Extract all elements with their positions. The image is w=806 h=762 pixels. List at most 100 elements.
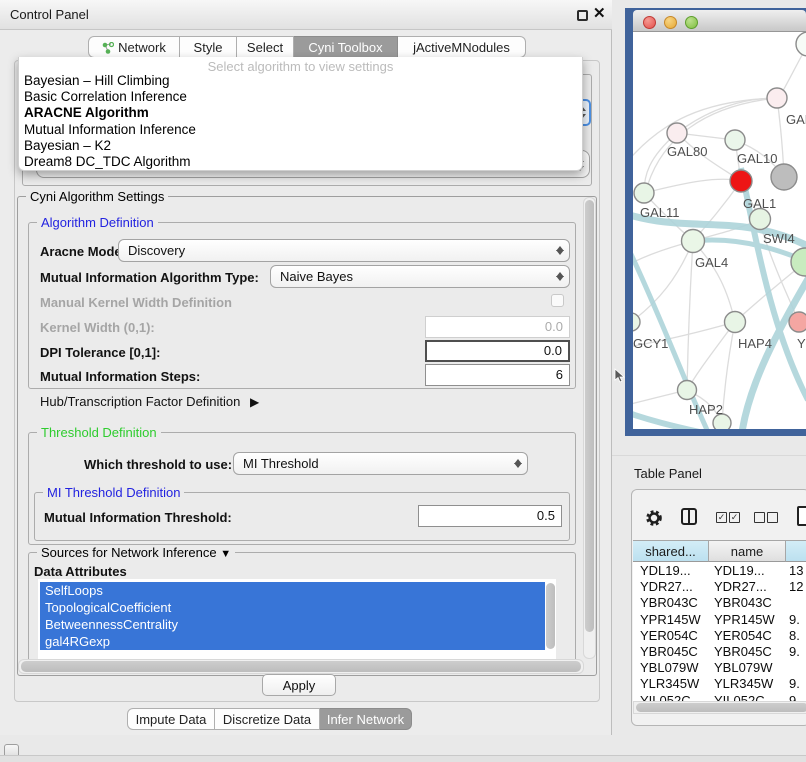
tab-network[interactable]: Network (88, 36, 180, 58)
node-label-gal4: GAL4 (695, 255, 728, 270)
tab-style[interactable]: Style (180, 36, 237, 58)
settings-vscroll-thumb[interactable] (585, 200, 594, 632)
data-attribute-item[interactable]: TopologicalCoefficient (40, 599, 545, 616)
network-node-gal10[interactable] (725, 130, 745, 150)
chevron-updown-icon (552, 242, 567, 259)
float-panel-icon[interactable] (577, 10, 588, 21)
manual-kernel-checkbox[interactable] (551, 294, 564, 307)
network-node-y[interactable] (789, 312, 806, 332)
control-panel-title: Control Panel (10, 0, 89, 30)
network-view-titlebar (633, 10, 806, 32)
mi-type-value: Naive Bayes (280, 266, 353, 287)
column-layout-icon[interactable] (681, 508, 697, 525)
hub-definition-toggle[interactable]: Hub/Transcription Factor Definition ▶ (40, 394, 259, 409)
export-table-icon[interactable] (797, 506, 806, 526)
gear-icon[interactable] (644, 508, 664, 528)
settings-hscroll-thumb[interactable] (21, 661, 581, 672)
column-header-name[interactable]: name (709, 540, 786, 562)
which-threshold-combo[interactable]: MI Threshold (233, 452, 528, 475)
tab-cyni-toolbox[interactable]: Cyni Toolbox (294, 36, 398, 58)
table-row[interactable]: YPR145WYPR145W9. (633, 611, 806, 628)
bottom-edge (0, 755, 806, 762)
network-node-gal80[interactable] (667, 123, 687, 143)
table-row[interactable]: YBR045CYBR045C9. (633, 643, 806, 660)
chevron-updown-icon (510, 455, 525, 472)
column-header-partial[interactable] (786, 540, 806, 562)
network-node-gal11[interactable] (634, 183, 654, 203)
network-node-gal1[interactable] (730, 170, 752, 192)
network-node-gal4[interactable] (682, 230, 705, 253)
algorithm-option[interactable]: Bayesian – Hill Climbing (19, 73, 582, 89)
kernel-width-field[interactable]: 0.0 (425, 316, 570, 338)
mi-steps-field[interactable]: 6 (425, 364, 570, 386)
table-cell: YLR345W (714, 675, 773, 692)
data-attribute-item[interactable]: SelfLoops (40, 582, 545, 599)
algorithm-option[interactable]: Dream8 DC_TDC Algorithm (19, 154, 582, 170)
tab-jactivemnodules[interactable]: jActiveMNodules (398, 36, 526, 58)
table-cell: YDL19... (714, 562, 765, 579)
close-panel-icon[interactable]: ✕ (593, 4, 606, 22)
network-icon (102, 42, 114, 54)
algorithm-option[interactable]: Basic Correlation Inference (19, 89, 582, 105)
threshold-definition-title: Threshold Definition (37, 425, 161, 440)
table-hscroll-thumb[interactable] (636, 703, 806, 712)
table-panel-divider (612, 455, 806, 456)
table-cell: YPR145W (640, 611, 701, 628)
attributes-scrollbar-thumb[interactable] (546, 583, 555, 649)
dpi-tolerance-field[interactable]: 0.0 (425, 340, 570, 362)
which-threshold-label: Which threshold to use: (84, 457, 232, 472)
select-all-columns-icon[interactable]: ✓✓ (716, 512, 742, 524)
node-label-hap2: HAP2 (689, 402, 723, 417)
table-row[interactable]: YBR043CYBR043C (633, 594, 806, 611)
manual-kernel-label: Manual Kernel Width Definition (40, 295, 232, 310)
network-node[interactable] (771, 164, 797, 190)
table-cell: YBL079W (640, 659, 699, 676)
table-cell: YPR145W (714, 611, 775, 628)
algorithm-option[interactable]: Mutual Information Inference (19, 122, 582, 138)
table-cell: 8. (789, 627, 800, 644)
column-header-shared-name[interactable]: shared... (633, 540, 709, 562)
node-label-gal1: GAL1 (743, 196, 776, 211)
zoom-window-icon[interactable] (685, 16, 698, 29)
network-node-hap2[interactable] (678, 381, 697, 400)
aracne-mode-combo[interactable]: Discovery (118, 239, 570, 262)
minimize-window-icon[interactable] (664, 16, 677, 29)
table-row[interactable]: YIL052CYIL052C9. (633, 692, 806, 701)
data-attributes-list: SelfLoopsTopologicalCoefficientBetweenne… (38, 579, 556, 659)
algorithm-option[interactable]: Bayesian – K2 (19, 138, 582, 154)
which-threshold-value: MI Threshold (243, 453, 319, 474)
data-attribute-item[interactable]: gal4RGexp (40, 633, 545, 650)
table-row[interactable]: YDR27...YDR27...12 (633, 578, 806, 595)
expand-down-icon: ▼ (220, 548, 231, 560)
algorithm-option[interactable]: ARACNE Algorithm (19, 105, 582, 121)
network-node[interactable] (796, 32, 806, 56)
algorithm-definition-title: Algorithm Definition (37, 215, 158, 230)
algorithm-popup: Select algorithm to view settings Bayesi… (18, 57, 583, 171)
table-row[interactable]: YBL079WYBL079W (633, 659, 806, 676)
node-label-gal10: GAL10 (737, 151, 777, 166)
sources-group-title[interactable]: Sources for Network Inference ▼ (37, 545, 235, 560)
table-row[interactable]: YER054CYER054C8. (633, 627, 806, 644)
data-attribute-item[interactable]: BetweennessCentrality (40, 616, 545, 633)
apply-button[interactable]: Apply (262, 674, 336, 696)
mi-threshold-field[interactable]: 0.5 (418, 505, 562, 527)
aracne-mode-value: Discovery (128, 240, 185, 261)
network-node-hap4[interactable] (725, 312, 746, 333)
mi-type-combo[interactable]: Naive Bayes (270, 265, 570, 288)
network-node-gal[interactable] (767, 88, 787, 108)
tab-discretize-data[interactable]: Discretize Data (215, 708, 320, 730)
table-panel-title: Table Panel (634, 466, 702, 481)
table-row[interactable]: YDL19...YDL19...13 (633, 562, 806, 579)
close-window-icon[interactable] (643, 16, 656, 29)
table-row[interactable]: YLR345WYLR345W9. (633, 675, 806, 692)
table-cell: YBR043C (714, 594, 772, 611)
tab-infer-network[interactable]: Infer Network (320, 708, 412, 730)
table-cell: YBR045C (714, 643, 772, 660)
table-cell: 9. (789, 675, 800, 692)
table-cell: YDL19... (640, 562, 691, 579)
deselect-all-columns-icon[interactable] (754, 512, 780, 524)
tab-impute-data[interactable]: Impute Data (127, 708, 215, 730)
tab-select[interactable]: Select (237, 36, 294, 58)
network-node-swi4[interactable] (750, 209, 771, 230)
kernel-width-label: Kernel Width (0,1): (40, 320, 155, 335)
